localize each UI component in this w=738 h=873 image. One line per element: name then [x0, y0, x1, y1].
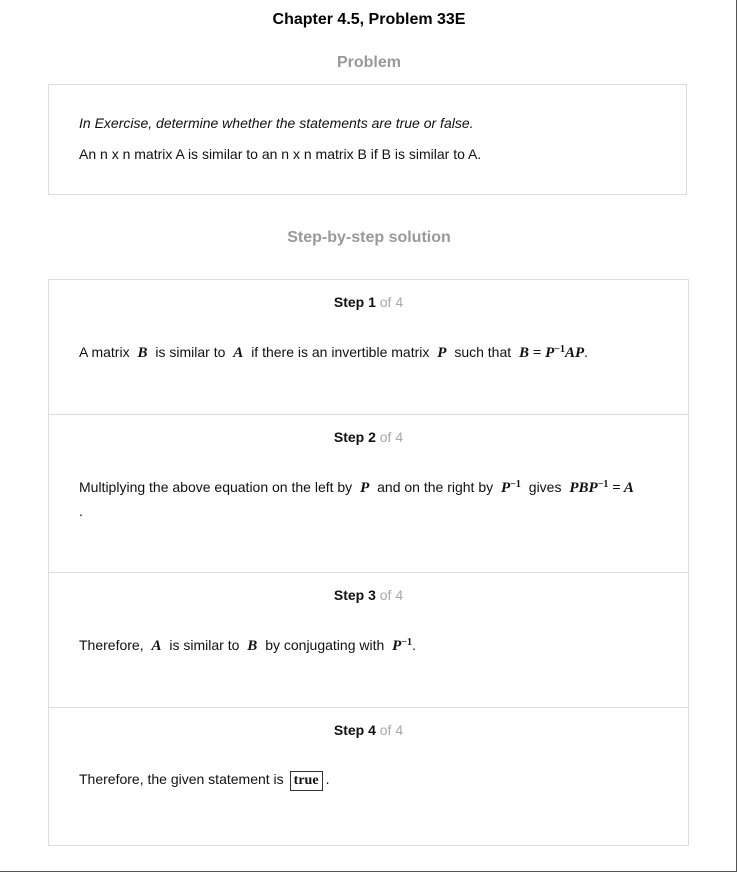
- equation-part: P: [392, 638, 402, 654]
- text-segment: is similar to: [155, 344, 226, 360]
- step-3: Step 3 of 4 Therefore, A is similar to B…: [49, 573, 688, 708]
- math-symbol: A: [151, 638, 162, 654]
- solution-steps: Step 1 of 4 A matrix B is similar to A i…: [48, 279, 689, 846]
- step-total: of 4: [379, 294, 404, 310]
- text-segment: if there is an invertible matrix: [251, 344, 430, 360]
- math-equation: P−1: [392, 637, 413, 654]
- math-equation: PBP−1 = A: [569, 479, 634, 496]
- text-segment: such that: [454, 344, 512, 360]
- problem-card: In Exercise, determine whether the state…: [48, 84, 687, 195]
- step-header: Step 3 of 4: [49, 587, 688, 603]
- text-segment: gives: [528, 479, 562, 495]
- step-header: Step 2 of 4: [49, 429, 688, 445]
- text-segment: Therefore,: [79, 637, 144, 653]
- step-number: Step 4: [333, 722, 376, 738]
- step-text: Therefore, the given statement is true.: [79, 767, 658, 791]
- step-number: Step 2: [333, 429, 376, 445]
- step-header: Step 4 of 4: [49, 722, 688, 738]
- answer-box: true: [289, 771, 323, 791]
- step-text: Multiplying the above equation on the le…: [79, 473, 658, 500]
- text-segment: and on the right by: [377, 479, 494, 495]
- equation-part: P: [501, 480, 511, 496]
- step-header: Step 1 of 4: [49, 294, 688, 310]
- step-4: Step 4 of 4 Therefore, the given stateme…: [49, 708, 688, 845]
- math-symbol: P: [360, 480, 370, 496]
- math-symbol: B: [247, 638, 258, 654]
- page-title: Chapter 4.5, Problem 33E: [272, 11, 466, 28]
- math-symbol: A: [233, 345, 244, 361]
- text-segment: Therefore, the given statement is: [79, 771, 284, 787]
- math-symbol: B: [137, 345, 148, 361]
- text-segment: by conjugating with: [265, 637, 385, 653]
- equation-part: PBP: [569, 480, 598, 496]
- math-symbol: P: [437, 345, 447, 361]
- step-total: of 4: [379, 587, 404, 603]
- text-segment: A matrix: [79, 344, 130, 360]
- equation-part: = A: [612, 480, 634, 496]
- equation-part: AP: [564, 345, 585, 361]
- equation-part: B = P: [519, 345, 555, 361]
- step-1: Step 1 of 4 A matrix B is similar to A i…: [49, 280, 688, 415]
- text-segment: is similar to: [169, 637, 240, 653]
- equation-exponent: −1: [597, 479, 609, 490]
- text-segment: .: [412, 637, 416, 653]
- step-number: Step 3: [333, 587, 376, 603]
- problem-heading: Problem: [336, 54, 401, 71]
- step-text: Therefore, A is similar to B by conjugat…: [79, 631, 658, 658]
- step-total: of 4: [379, 722, 404, 738]
- text-segment: .: [325, 771, 330, 787]
- step-text: A matrix B is similar to A if there is a…: [79, 338, 658, 365]
- step-number: Step 1: [333, 294, 376, 310]
- equation-exponent: −1: [510, 479, 521, 490]
- step-text-end: .: [79, 503, 83, 519]
- step-2: Step 2 of 4 Multiplying the above equati…: [49, 415, 688, 573]
- step-total: of 4: [379, 429, 404, 445]
- text-segment: Multiplying the above equation on the le…: [79, 479, 353, 495]
- math-equation: P−1: [501, 479, 521, 496]
- equation-exponent: −1: [401, 637, 413, 648]
- solution-heading: Step-by-step solution: [287, 229, 451, 246]
- problem-statement: An n x n matrix A is similar to an n x n…: [79, 146, 482, 162]
- math-equation: B = P−1AP: [519, 344, 585, 361]
- problem-instruction: In Exercise, determine whether the state…: [79, 115, 474, 131]
- equation-exponent: −1: [554, 344, 565, 355]
- text-segment: .: [584, 344, 589, 360]
